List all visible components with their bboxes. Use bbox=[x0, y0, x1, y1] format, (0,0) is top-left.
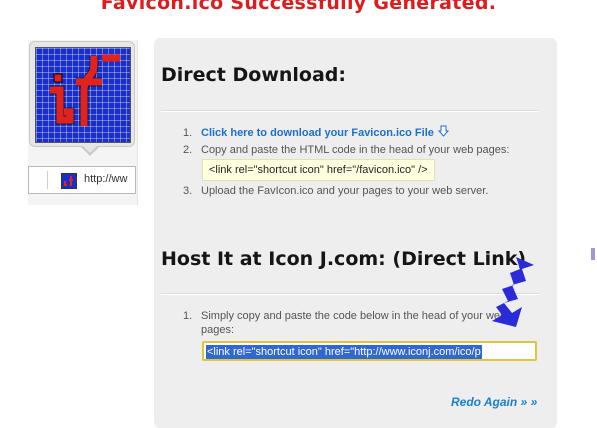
list-text: Upload the FavIcon.ico and your pages to… bbox=[201, 185, 489, 197]
page-title: Favicon.ico Successfully Generated. bbox=[100, 0, 497, 14]
host-it-heading: Host It at Icon J.com: (Direct Link) bbox=[161, 248, 527, 270]
list-item: 2. Copy and paste the HTML code in the he… bbox=[183, 143, 509, 157]
list-item: 1. Click here to download your Favicon.ic… bbox=[183, 125, 449, 141]
jf-favicon-icon bbox=[35, 47, 131, 143]
direct-download-heading: Direct Download: bbox=[161, 64, 346, 86]
favicon-preview: http://ww bbox=[28, 40, 138, 205]
selected-code-text: <link rel="shortcut icon" href="http://w… bbox=[206, 345, 482, 359]
browser-address-bar-preview: http://ww bbox=[28, 166, 136, 194]
favicon-large-preview bbox=[29, 41, 135, 147]
address-divider bbox=[47, 171, 48, 189]
list-text: Copy and paste the HTML code in the head… bbox=[201, 144, 510, 156]
list-item: 3. Upload the FavIcon.ico and your pages … bbox=[183, 184, 488, 198]
list-text-continued: pages: bbox=[201, 324, 235, 336]
list-number: 1. bbox=[183, 310, 193, 322]
preview-pointer bbox=[80, 145, 100, 156]
list-item: 1. Simply copy and paste the code below i… bbox=[183, 309, 506, 323]
direct-link-code-field[interactable]: <link rel="shortcut icon" href="http://w… bbox=[202, 341, 537, 361]
html-code-snippet[interactable]: <link rel="shortcut icon" href="/favicon… bbox=[202, 159, 435, 181]
results-panel bbox=[154, 38, 557, 428]
list-number: 3. bbox=[183, 185, 193, 197]
section-divider bbox=[161, 110, 539, 112]
scroll-marker bbox=[591, 248, 595, 260]
section-divider bbox=[161, 293, 539, 295]
download-arrow-icon[interactable] bbox=[437, 125, 449, 141]
list-text: Simply copy and paste the code below in … bbox=[201, 310, 507, 322]
list-number: 2. bbox=[183, 144, 193, 156]
redo-again-link[interactable]: Redo Again » » bbox=[451, 395, 537, 409]
address-text: http://ww bbox=[84, 173, 128, 185]
download-favicon-link[interactable]: Click here to download your Favicon.ico … bbox=[201, 127, 434, 139]
pointing-arrow-icon bbox=[492, 257, 534, 327]
list-number: 1. bbox=[183, 126, 193, 139]
favicon-small-icon bbox=[61, 173, 77, 189]
